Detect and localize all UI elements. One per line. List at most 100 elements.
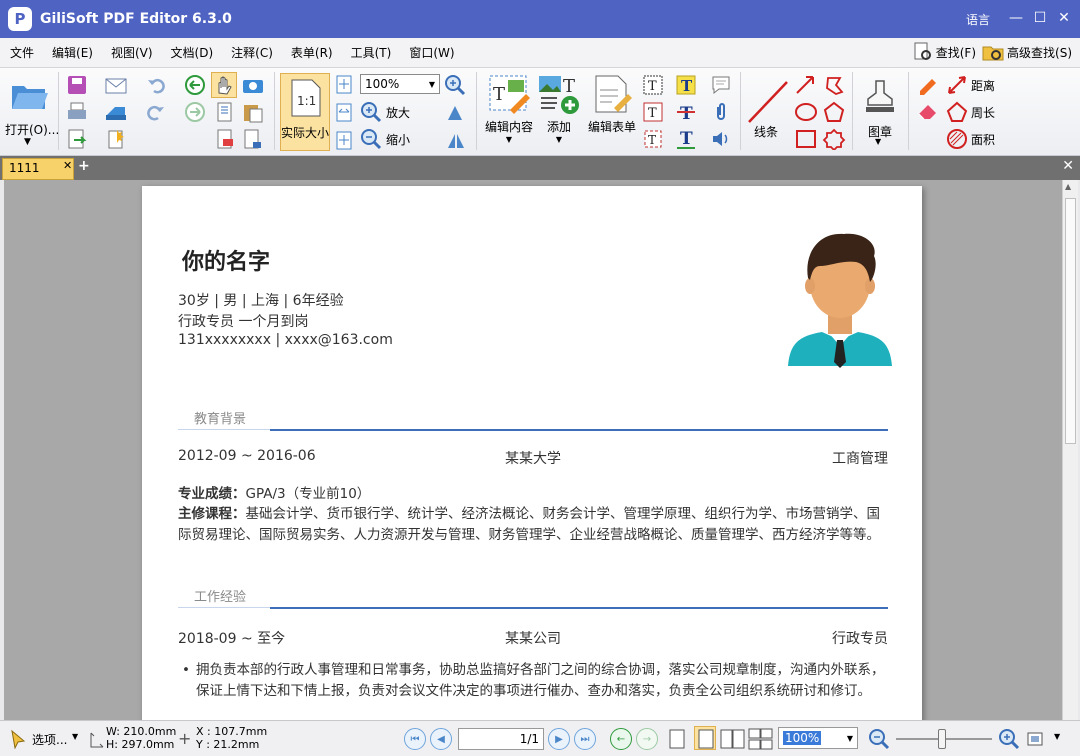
grade-line: 专业成绩：GPA/3（专业前10） <box>178 484 890 505</box>
hand-icon <box>218 76 232 95</box>
area-button[interactable]: 面积 <box>946 128 995 150</box>
polygon-icon[interactable] <box>822 101 846 123</box>
menu-view[interactable]: 视图(V) <box>101 44 161 61</box>
language-button[interactable]: 语言 <box>966 11 990 28</box>
new-tab-icon[interactable]: + <box>78 158 90 174</box>
next-page-icon[interactable]: ▶ <box>548 728 570 750</box>
eraser-icon[interactable] <box>916 100 940 122</box>
arrow-icon[interactable] <box>794 74 818 96</box>
chevron-down-icon[interactable]: ▼ <box>1054 732 1060 741</box>
snapshot-icon[interactable] <box>241 74 265 96</box>
fit-page-icon[interactable] <box>334 74 354 94</box>
find-button[interactable]: 查找(F) <box>913 42 976 62</box>
highlight-text-icon[interactable]: T <box>675 74 697 96</box>
perimeter-button[interactable]: 周长 <box>946 101 995 123</box>
actual-size-button[interactable]: 1:1 实际大小 <box>280 73 330 151</box>
minimize-icon[interactable]: — <box>1006 8 1026 28</box>
fit-width-icon[interactable] <box>334 102 354 122</box>
document-properties-icon[interactable] <box>241 128 265 150</box>
strikeout-icon[interactable]: T <box>675 101 697 123</box>
zoom-in-icon <box>361 102 382 123</box>
stamp-button[interactable] <box>858 74 902 118</box>
maximize-icon[interactable]: ☐ <box>1030 8 1050 28</box>
attachment-icon[interactable] <box>710 101 732 123</box>
chevron-down-icon[interactable]: ▼ <box>24 137 31 147</box>
menu-edit[interactable]: 编辑(E) <box>42 44 101 61</box>
previous-page-icon[interactable]: ◀ <box>430 728 452 750</box>
pdf-page[interactable]: 你的名字 30岁 | 男 | 上海 | 6年经验 行政专员 一个月到岗 131x… <box>142 186 922 720</box>
undo-icon[interactable] <box>146 75 166 95</box>
last-page-icon[interactable]: ⏭ <box>574 728 596 750</box>
edit-content-button[interactable]: T 编辑内容 ▼ <box>482 72 536 154</box>
back-icon[interactable] <box>184 74 206 96</box>
distance-button[interactable]: 距离 <box>946 74 995 96</box>
page-number-input[interactable]: 1/1 <box>458 728 544 750</box>
save-icon[interactable] <box>66 74 88 96</box>
tab-close-icon[interactable]: ✕ <box>63 159 72 172</box>
scrollbar-thumb[interactable] <box>1065 198 1076 444</box>
rectangle-icon[interactable] <box>794 128 818 150</box>
text-box-icon[interactable]: T <box>642 74 664 96</box>
zoom-select[interactable]: 100% ▼ <box>360 74 440 94</box>
rotate-icon[interactable] <box>444 102 466 124</box>
cloud-icon[interactable] <box>822 128 846 150</box>
scanner-icon[interactable] <box>104 101 128 123</box>
zoom-icon[interactable] <box>444 74 466 96</box>
select-tool-icon[interactable] <box>8 729 28 749</box>
email-icon[interactable] <box>104 74 128 96</box>
chevron-down-icon[interactable]: ▼ <box>72 732 78 741</box>
select-text-icon[interactable] <box>214 101 236 123</box>
polyline-icon[interactable] <box>822 74 846 96</box>
chevron-down-icon[interactable]: ▼ <box>875 137 881 146</box>
zoom-out-icon[interactable] <box>868 728 890 750</box>
print-icon[interactable] <box>66 101 88 123</box>
hand-tool-button[interactable] <box>211 72 237 98</box>
zoom-combo[interactable]: 100% ▼ <box>778 727 858 749</box>
scroll-up-icon[interactable]: ▲ <box>1065 182 1071 191</box>
note-icon[interactable] <box>710 74 732 96</box>
first-page-icon[interactable]: ⏮ <box>404 728 426 750</box>
select-option-button[interactable]: 选项... <box>32 731 67 748</box>
zoom-in-icon[interactable] <box>998 728 1020 750</box>
export-icon[interactable] <box>66 128 88 150</box>
menu-tools[interactable]: 工具(T) <box>341 44 400 61</box>
close-icon[interactable]: ✕ <box>1054 8 1074 28</box>
add-button[interactable]: T 添加 ▼ <box>536 72 582 154</box>
close-all-tabs-icon[interactable]: ✕ <box>1062 158 1074 174</box>
fit-visible-icon[interactable] <box>334 130 354 150</box>
extract-page-icon[interactable] <box>214 128 236 150</box>
zoom-out-button[interactable]: 缩小 <box>360 128 410 150</box>
menu-document[interactable]: 文档(D) <box>161 44 222 61</box>
forward-icon[interactable] <box>184 101 206 123</box>
flip-icon[interactable] <box>444 130 466 152</box>
education-school: 某某大学 <box>505 451 561 467</box>
document-tab[interactable]: 1111 ✕ <box>2 158 74 180</box>
line-label[interactable]: 线条 <box>754 123 778 140</box>
pencil-icon[interactable] <box>916 73 940 95</box>
vertical-scrollbar[interactable]: ▲ <box>1062 180 1078 720</box>
sound-icon[interactable] <box>710 128 732 150</box>
callout-icon[interactable]: T <box>642 101 664 123</box>
new-document-icon[interactable] <box>104 128 128 150</box>
edit-form-button[interactable]: 编辑表单 <box>584 72 640 154</box>
continuous-page-icon[interactable] <box>694 726 716 750</box>
zoom-slider-handle[interactable] <box>938 729 946 749</box>
menu-window[interactable]: 窗口(W) <box>399 44 462 61</box>
typewriter-icon[interactable]: T <box>642 128 664 150</box>
go-back-icon[interactable]: ← <box>610 728 632 750</box>
open-button[interactable] <box>6 76 52 116</box>
paste-icon[interactable] <box>241 101 265 123</box>
single-page-icon[interactable] <box>668 728 686 750</box>
go-forward-icon[interactable]: → <box>636 728 658 750</box>
advanced-find-button[interactable]: 高级查找(S) <box>982 42 1072 62</box>
facing-pages-icon[interactable] <box>720 728 746 750</box>
menu-file[interactable]: 文件 <box>0 44 42 61</box>
ellipse-icon[interactable] <box>794 101 818 123</box>
underline-icon[interactable]: T <box>675 128 697 150</box>
continuous-facing-icon[interactable] <box>748 728 774 750</box>
menu-form[interactable]: 表单(R) <box>281 44 341 61</box>
zoom-in-button[interactable]: 放大 <box>360 101 410 123</box>
redo-icon[interactable] <box>146 102 166 122</box>
view-options-icon[interactable] <box>1026 730 1044 748</box>
menu-comment[interactable]: 注释(C) <box>221 44 281 61</box>
